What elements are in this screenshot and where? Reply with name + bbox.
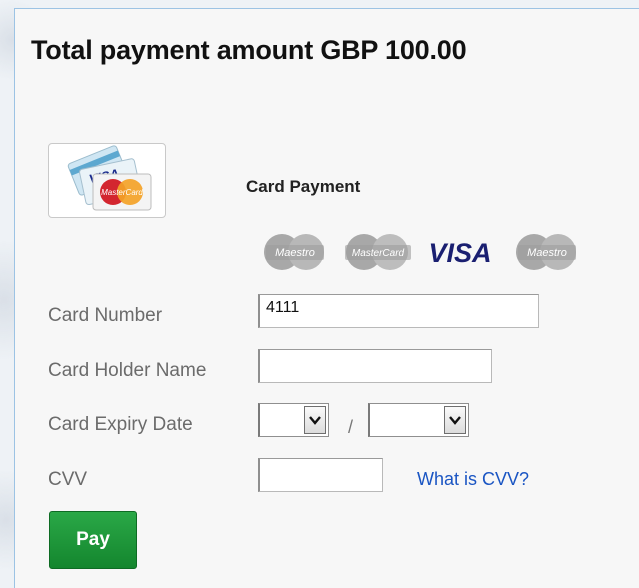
expiry-year-select[interactable] <box>368 403 469 437</box>
what-is-cvv-link[interactable]: What is CVV? <box>417 469 529 490</box>
svg-text:MasterCard: MasterCard <box>101 188 143 197</box>
svg-text:MasterCard: MasterCard <box>352 248 405 259</box>
cvv-label: CVV <box>48 469 88 490</box>
cvv-input[interactable] <box>258 458 383 492</box>
pay-button[interactable]: Pay <box>49 511 137 569</box>
visa-icon: VISA <box>428 238 491 268</box>
card-number-input[interactable]: 4111 <box>258 294 539 328</box>
chevron-down-icon[interactable] <box>304 406 326 434</box>
card-number-label: Card Number <box>48 305 163 326</box>
card-payment-title: Card Payment <box>246 177 361 196</box>
svg-text:Maestro: Maestro <box>527 247 567 259</box>
expiry-separator: / <box>348 417 354 437</box>
card-holder-name-input[interactable] <box>258 349 492 383</box>
maestro-icon: Maestro <box>516 234 576 270</box>
total-payment-title: Total payment amount GBP 100.00 <box>31 35 467 65</box>
visa-mastercard-cards-icon: VISA MasterCard <box>67 145 152 211</box>
mastercard-icon: MasterCard <box>345 234 411 270</box>
payment-panel: Total payment amount GBP 100.00 VISA Mas… <box>14 8 639 588</box>
accepted-card-brands: Maestro MasterCard VISA Maestro <box>260 231 576 273</box>
card-expiry-date-label: Card Expiry Date <box>48 414 193 435</box>
chevron-down-icon[interactable] <box>444 406 466 434</box>
expiry-month-select[interactable] <box>258 403 329 437</box>
card-holder-name-label: Card Holder Name <box>48 360 207 381</box>
card-payment-method-tile[interactable]: VISA MasterCard <box>48 143 166 218</box>
svg-text:Maestro: Maestro <box>275 247 315 259</box>
maestro-icon: Maestro <box>264 234 324 270</box>
svg-text:VISA: VISA <box>428 238 491 268</box>
